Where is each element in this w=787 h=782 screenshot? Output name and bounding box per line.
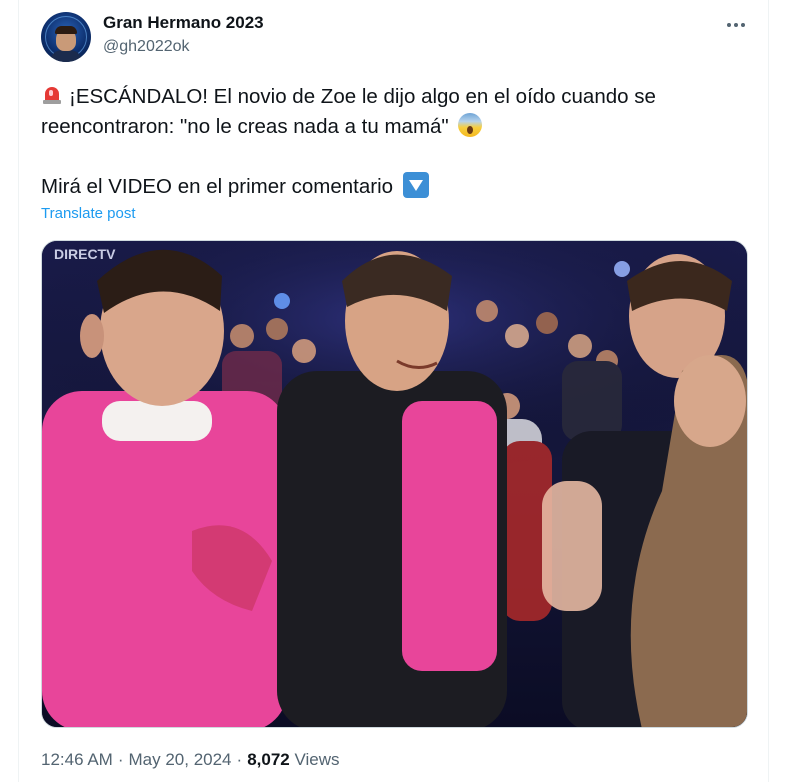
post-line-3: Mirá el VIDEO en el primer comentario: [41, 172, 741, 202]
translate-post-link[interactable]: Translate post: [41, 205, 136, 222]
post-line-2-text: reencontraron: "no le creas nada a tu ma…: [41, 115, 449, 138]
video-still: DIRECTV: [42, 241, 747, 727]
author-handle[interactable]: @gh2022ok: [103, 38, 190, 56]
more-options-icon[interactable]: [721, 12, 751, 38]
more-dot: [734, 23, 738, 27]
post-meta: 12:46 AM · May 20, 2024 · 8,072 Views: [41, 750, 340, 770]
face-screaming-icon: [458, 113, 483, 137]
post-media-image[interactable]: DIRECTV: [41, 240, 748, 728]
avatar-body: [50, 50, 82, 62]
author-name[interactable]: Gran Hermano 2023: [103, 13, 264, 33]
more-dot: [727, 23, 731, 27]
post-line-2: reencontraron: "no le creas nada a tu ma…: [41, 112, 741, 142]
post-line-1: ¡ESCÁNDALO! El novio de Zoe le dijo algo…: [41, 82, 741, 112]
down-button-icon: [402, 172, 429, 198]
post-line-3-text: Mirá el VIDEO en el primer comentario: [41, 175, 394, 198]
meta-separator: ·: [117, 750, 124, 769]
post-time[interactable]: 12:46 AM: [41, 750, 113, 769]
views-count: 8,072: [247, 750, 290, 769]
meta-separator: ·: [236, 750, 243, 769]
views-label: Views: [294, 750, 340, 769]
post-line-1-text: ¡ESCÁNDALO! El novio de Zoe le dijo algo…: [69, 85, 656, 108]
avatar-hair: [55, 26, 77, 34]
post-date[interactable]: May 20, 2024: [129, 750, 232, 769]
more-dot: [741, 23, 745, 27]
directv-watermark: DIRECTV: [54, 246, 116, 262]
profile-avatar[interactable]: [41, 12, 91, 62]
rotating-light-icon: [41, 84, 63, 106]
post-text: ¡ESCÁNDALO! El novio de Zoe le dijo algo…: [41, 82, 741, 202]
